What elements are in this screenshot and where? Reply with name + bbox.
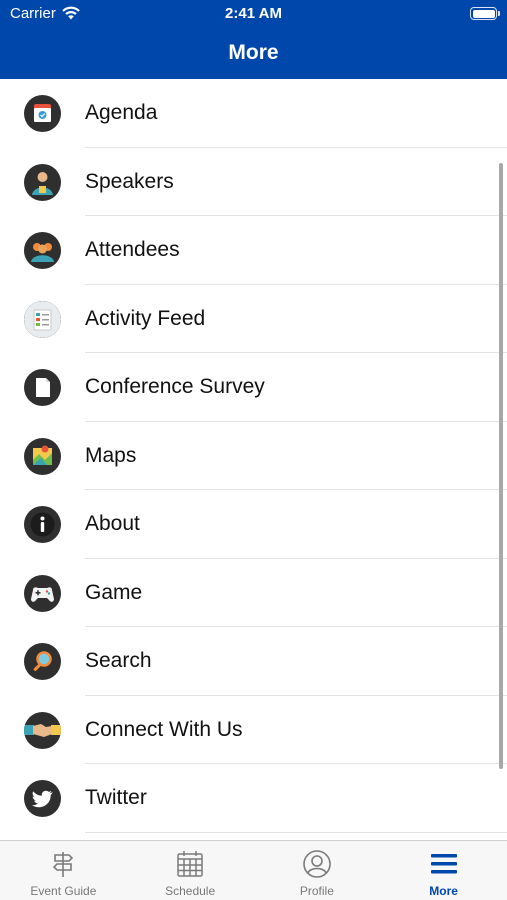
menu-item-about[interactable]: About	[0, 490, 507, 559]
search-icon	[24, 643, 61, 680]
tab-bar: Event Guide Schedule Profile More	[0, 840, 507, 900]
tab-label: More	[429, 884, 458, 898]
map-icon	[24, 437, 61, 475]
menu-item-agenda[interactable]: Agenda	[0, 79, 507, 148]
menu-item-label: Activity Feed	[85, 306, 206, 330]
menu-item-label: About	[85, 512, 140, 535]
activity-feed-icon	[24, 300, 61, 338]
attendees-icon	[24, 232, 61, 269]
tab-event-guide[interactable]: Event Guide	[0, 841, 127, 900]
speaker-icon	[24, 163, 61, 201]
handshake-icon	[24, 711, 61, 749]
hamburger-menu-icon	[430, 854, 457, 874]
survey-icon	[24, 369, 61, 406]
tab-label: Event Guide	[30, 884, 97, 898]
twitter-icon	[24, 780, 61, 817]
menu-item-label: Conference Survey	[85, 375, 265, 398]
menu-item-twitter[interactable]: Twitter	[0, 764, 507, 833]
page-title: More	[228, 41, 279, 64]
info-icon	[24, 506, 61, 543]
menu-item-label: Maps	[85, 443, 137, 467]
menu-item-label: Attendees	[85, 238, 180, 261]
tab-profile[interactable]: Profile	[254, 841, 381, 900]
menu-item-maps[interactable]: Maps	[0, 422, 507, 490]
signpost-icon	[53, 852, 74, 877]
calendar-grid-icon	[177, 851, 203, 877]
tab-schedule[interactable]: Schedule	[127, 841, 254, 900]
game-controller-icon	[24, 574, 61, 612]
status-bar: Carrier 2:41 AM	[0, 0, 507, 28]
row-divider	[85, 831, 507, 833]
tab-more[interactable]: More	[380, 841, 507, 900]
more-menu-list[interactable]: Agenda Speakers Attendees Activity Feed …	[0, 79, 507, 840]
menu-item-label: Agenda	[85, 101, 158, 124]
menu-item-label: Twitter	[85, 786, 147, 809]
menu-item-activity-feed[interactable]: Activity Feed	[0, 285, 507, 353]
menu-item-label: Game	[85, 580, 143, 604]
tab-label: Profile	[299, 884, 334, 898]
status-time: 2:41 AM	[225, 5, 282, 22]
list-scrollbar[interactable]	[499, 163, 503, 769]
menu-item-attendees[interactable]: Attendees	[0, 216, 507, 285]
menu-item-label: Search	[85, 649, 152, 672]
menu-item-connect-with-us[interactable]: Connect With Us	[0, 696, 507, 764]
tab-label: Schedule	[165, 884, 216, 898]
menu-item-label: Connect With Us	[85, 717, 243, 741]
menu-item-label: Speakers	[85, 169, 174, 193]
menu-item-speakers[interactable]: Speakers	[0, 148, 507, 216]
nav-header: Carrier 2:41 AM More	[0, 0, 507, 79]
menu-item-game[interactable]: Game	[0, 559, 507, 627]
menu-item-conference-survey[interactable]: Conference Survey	[0, 353, 507, 422]
menu-item-search[interactable]: Search	[0, 627, 507, 696]
calendar-icon	[24, 95, 61, 132]
profile-icon	[303, 850, 331, 878]
battery-icon	[470, 7, 500, 20]
